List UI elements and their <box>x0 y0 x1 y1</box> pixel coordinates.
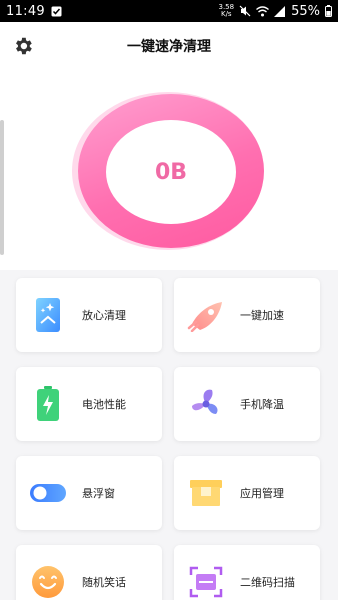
mute-icon <box>239 5 251 17</box>
app-header: 一键速净清理 <box>0 22 338 70</box>
feature-label: 悬浮窗 <box>82 487 115 500</box>
battery-icon <box>28 384 68 424</box>
feature-card-qr-scan[interactable]: 二维码扫描 <box>174 545 320 600</box>
feature-label: 应用管理 <box>240 487 284 500</box>
feature-card-app-manager[interactable]: 应用管理 <box>174 456 320 530</box>
feature-card-floating-window[interactable]: 悬浮窗 <box>16 456 162 530</box>
feature-label: 一键加速 <box>240 309 284 322</box>
page-title: 一键速净清理 <box>127 39 211 55</box>
clean-hero: 0B <box>0 70 338 270</box>
app-box-icon <box>186 473 226 513</box>
feature-card-safe-clean[interactable]: 放心清理 <box>16 278 162 352</box>
ring-outer: 0B <box>78 94 264 248</box>
feature-card-battery[interactable]: 电池性能 <box>16 367 162 441</box>
signal-icon <box>274 5 286 17</box>
battery-percent: 55% <box>291 3 320 19</box>
clock: 11:49 <box>6 3 45 19</box>
ring-center: 0B <box>106 120 236 224</box>
feature-card-cooling[interactable]: 手机降温 <box>174 367 320 441</box>
fan-icon <box>186 384 226 424</box>
feature-label: 手机降温 <box>240 398 284 411</box>
edge-scroll-indicator <box>0 120 4 255</box>
scan-icon <box>186 562 226 600</box>
feature-grid: 放心清理 一键加速 电池性能 手机降温 悬浮窗 应用管理 随机笑话 二维码扫描 <box>16 278 322 600</box>
feature-label: 随机笑话 <box>82 576 126 589</box>
feature-label: 放心清理 <box>82 309 126 322</box>
notification-icon <box>51 6 62 16</box>
feature-card-jokes[interactable]: 随机笑话 <box>16 545 162 600</box>
feature-card-boost[interactable]: 一键加速 <box>174 278 320 352</box>
settings-gear-icon[interactable] <box>12 35 34 57</box>
clean-ring[interactable]: 0B <box>72 88 272 258</box>
smile-icon <box>28 562 68 600</box>
phone-clean-icon <box>28 295 68 335</box>
wifi-icon <box>256 5 270 16</box>
feature-label: 电池性能 <box>82 398 126 411</box>
junk-size-value: 0B <box>154 159 188 185</box>
network-speed: 3.58 K/s <box>218 3 235 18</box>
feature-label: 二维码扫描 <box>240 576 295 589</box>
rocket-icon <box>186 295 226 335</box>
toggle-icon <box>28 473 68 513</box>
battery-charging-icon <box>325 5 332 17</box>
status-bar: 11:49 3.58 K/s 55% <box>0 0 338 22</box>
